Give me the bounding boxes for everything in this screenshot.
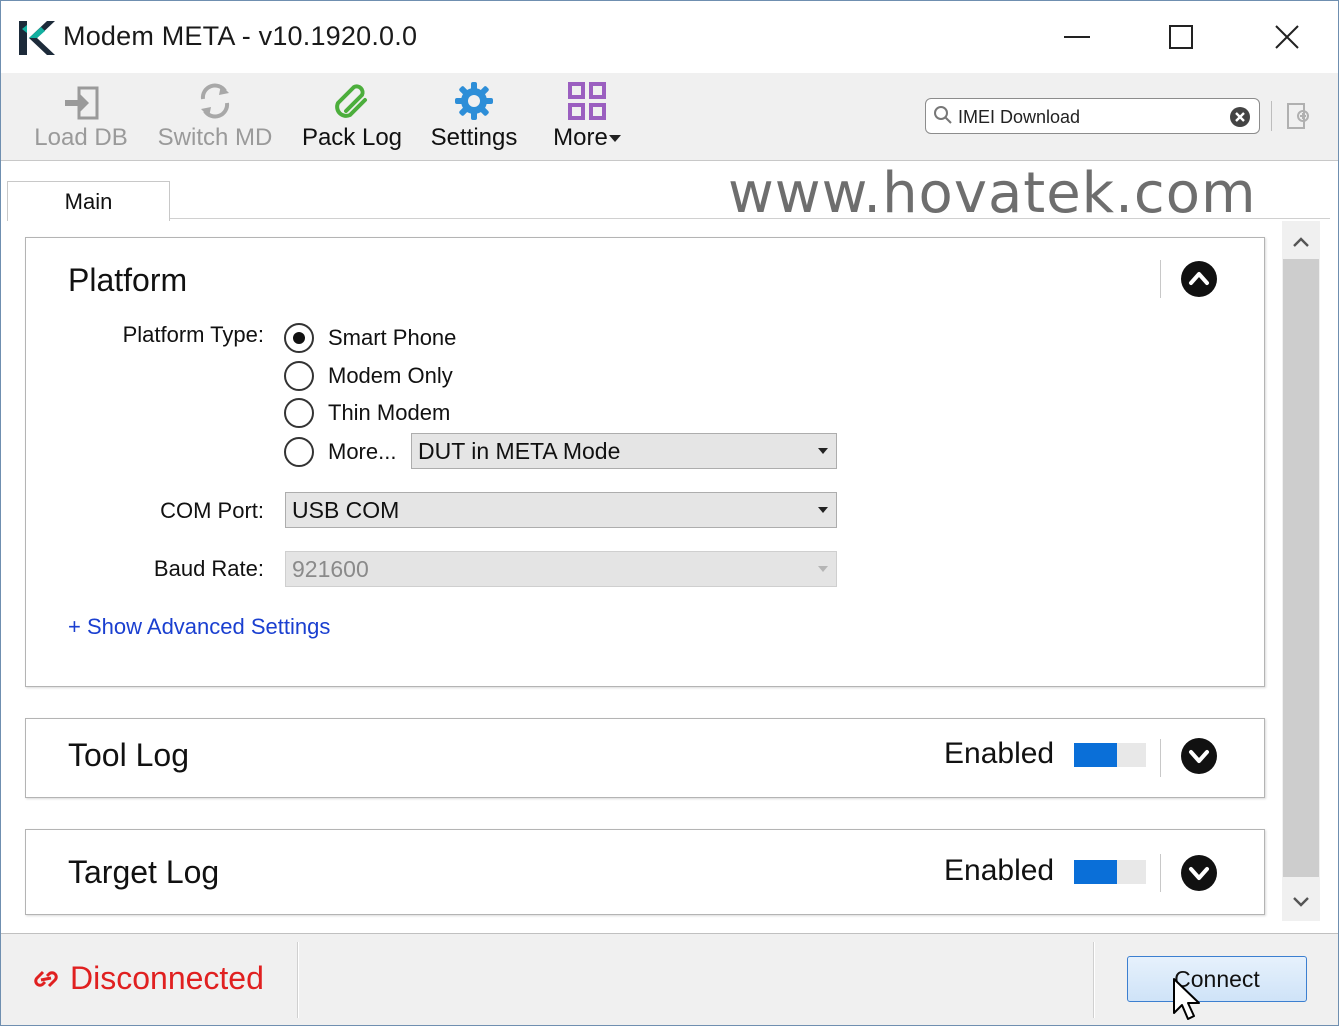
radio-label: Modem Only [328,363,453,388]
radio-smart-phone[interactable]: Smart Phone [284,322,456,354]
disconnected-icon [34,970,58,988]
radio-button[interactable] [284,398,314,428]
tool-log-status: Enabled [944,737,1055,770]
tool-log-title: Tool Log [68,737,189,773]
radio-button[interactable] [284,437,314,467]
chevron-up-icon[interactable] [1180,260,1218,298]
radio-label: More... [328,439,397,464]
status-separator [297,942,299,1018]
panel-separator [1160,260,1161,298]
status-bar: Disconnected Connect [1,933,1338,1025]
search-box [925,98,1260,134]
radio-button[interactable] [284,323,314,353]
scroll-thumb[interactable] [1283,259,1319,877]
title-bar: Modem META - v10.1920.0.0 [1,1,1338,73]
toggle-fill [1074,743,1118,767]
app-logo-icon [19,21,55,55]
panel-separator [1160,854,1161,892]
load-db-button[interactable]: Load DB [31,77,131,157]
paperclip-icon [335,84,367,118]
platform-type-label: Platform Type: [122,322,264,347]
pack-log-label: Pack Log [301,124,403,151]
settings-button[interactable]: Settings [425,77,523,157]
target-log-status: Enabled [944,854,1055,887]
com-port-select[interactable]: USB COM [285,492,837,528]
switch-md-button[interactable]: Switch MD [153,77,277,157]
platform-title: Platform [68,262,188,298]
maximize-button[interactable] [1151,15,1211,59]
chevron-down-icon[interactable] [1180,854,1218,892]
tool-log-toggle[interactable] [1074,743,1146,767]
switch-md-icon [200,83,230,119]
gear-icon [455,82,493,120]
chevron-down-icon[interactable] [1180,737,1218,775]
target-log-toggle[interactable] [1074,860,1146,884]
app-window: Modem META - v10.1920.0.0 Load DB Switch… [0,0,1339,1026]
pack-log-button[interactable]: Pack Log [297,77,407,157]
settings-label: Settings [430,124,518,151]
minimize-icon [1064,36,1090,38]
radio-label: Thin Modem [328,400,451,425]
chevron-down-icon [818,566,828,572]
target-log-panel: Target Log Enabled [25,829,1265,915]
toggle-fill [1074,860,1118,884]
switch-md-label: Switch MD [157,124,273,151]
connect-button[interactable]: Connect [1127,956,1307,1002]
toolbar-separator [1271,101,1272,131]
platform-panel: Platform Platform Type: Smart Phone Mode… [25,237,1265,687]
baud-rate-label: Baud Rate: [153,556,264,581]
tool-log-panel: Tool Log Enabled [25,718,1265,798]
watermark-text: www.hovatek.com [728,161,1257,226]
chevron-down-icon [818,448,828,454]
meta-mode-value: DUT in META Mode [418,438,621,464]
close-button[interactable] [1257,15,1317,59]
chevron-down-icon [608,135,621,143]
maximize-icon [1169,25,1193,49]
baud-rate-value: 921600 [292,556,369,582]
toolbar: Load DB Switch MD Pack Log Settings More… [1,73,1338,161]
target-log-title: Target Log [68,854,220,890]
meta-mode-select[interactable]: DUT in META Mode [411,433,837,469]
more-menu-button[interactable]: More [547,77,627,157]
vertical-scrollbar[interactable] [1282,221,1320,921]
more-label: More [553,124,608,151]
grid-icon [568,82,606,120]
com-port-value: USB COM [292,497,400,523]
chevron-down-icon [1293,897,1309,907]
radio-button[interactable] [284,361,314,391]
clear-search-icon[interactable] [1229,106,1251,128]
search-input[interactable] [958,104,1220,130]
panel-separator [1160,739,1161,777]
minimize-button[interactable] [1047,15,1107,59]
window-title: Modem META - v10.1920.0.0 [63,21,418,51]
exit-icon[interactable] [1285,101,1313,131]
close-icon [1275,25,1299,49]
com-port-label: COM Port: [160,498,264,523]
connection-status: Disconnected [70,960,264,996]
chevron-up-icon [1293,237,1309,247]
chevron-down-icon [818,507,828,513]
mouse-cursor-icon [1173,978,1200,1020]
scroll-down-button[interactable] [1282,883,1320,921]
radio-label: Smart Phone [328,325,457,350]
load-db-label: Load DB [34,124,128,151]
status-separator [1093,942,1095,1018]
scroll-up-button[interactable] [1282,223,1320,261]
radio-thin-modem[interactable]: Thin Modem [284,397,450,429]
radio-modem-only[interactable]: Modem Only [284,360,453,392]
radio-more[interactable]: More... [284,436,396,468]
baud-rate-select: 921600 [285,551,837,587]
tab-main[interactable]: Main [7,181,170,221]
search-icon [934,106,952,124]
show-advanced-settings-link[interactable]: + Show Advanced Settings [68,614,330,640]
load-db-icon [65,86,99,120]
